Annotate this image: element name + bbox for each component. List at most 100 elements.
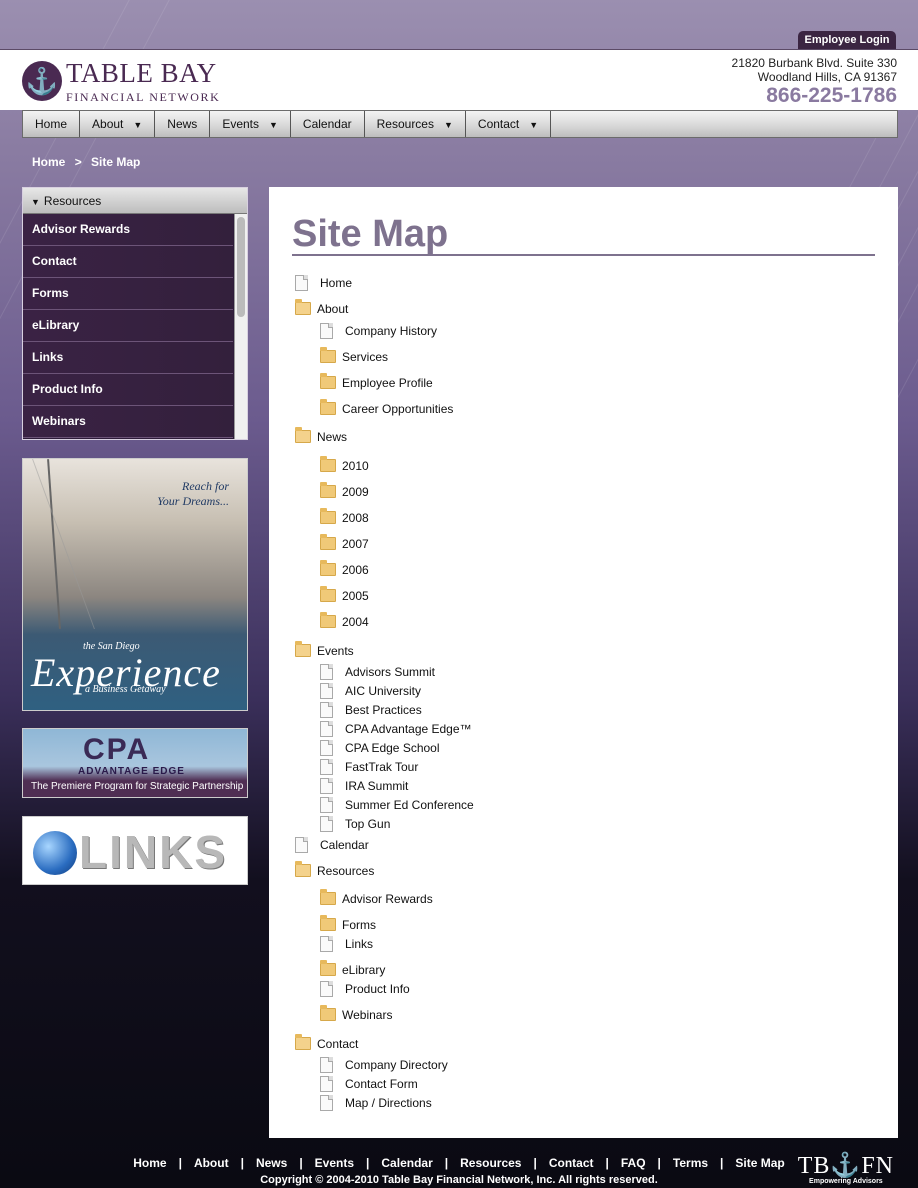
phone-number: 866-225-1786 [766,84,897,107]
promo-tagline-1: Reach for [182,479,229,493]
breadcrumb-home[interactable]: Home [32,155,65,169]
footer-link-events[interactable]: Events [315,1156,354,1170]
sidebar-header[interactable]: ▼ Resources [23,188,247,214]
folder-open-icon [295,1034,311,1050]
sitemap-link-employee-profile[interactable]: Employee Profile [342,376,433,390]
promo-experience-banner[interactable]: Reach for Your Dreams... the San Diego E… [22,458,248,711]
sitemap-link-career-opportunities[interactable]: Career Opportunities [342,402,453,416]
sitemap-link-map-directions[interactable]: Map / Directions [345,1096,432,1110]
sitemap-link-best-practices[interactable]: Best Practices [345,703,422,717]
caret-down-icon: ▼ [443,120,453,130]
footer-link-faq[interactable]: FAQ [621,1156,646,1170]
sitemap-link-contact[interactable]: Contact [317,1037,358,1051]
sitemap-link-forms[interactable]: Forms [342,918,376,932]
nav-item-resources[interactable]: Resources ▼ [365,111,466,137]
sitemap-link-cpa-advantage-edge[interactable]: CPA Advantage Edge™ [345,722,472,736]
footer-separator: | [657,1156,661,1170]
folder-icon [320,915,336,931]
footer-separator: | [720,1156,724,1170]
sitemap-link-ira-summit[interactable]: IRA Summit [345,779,408,793]
sidebar-item-forms[interactable]: Forms [23,278,233,310]
promo-links-banner[interactable]: LINKS [22,816,248,885]
sitemap-link-events[interactable]: Events [317,644,354,658]
employee-login-button[interactable]: Employee Login [798,31,896,50]
sitemap-link-resources[interactable]: Resources [317,864,374,878]
sitemap-link-services[interactable]: Services [342,350,388,364]
sitemap-link-2007[interactable]: 2007 [342,537,369,551]
sitemap-link-2008[interactable]: 2008 [342,511,369,525]
sidebar-item-advisor-rewards[interactable]: Advisor Rewards [23,214,233,246]
document-icon [320,797,333,813]
sidebar-item-elibrary[interactable]: eLibrary [23,310,233,342]
sitemap-link-webinars[interactable]: Webinars [342,1008,392,1022]
nav-item-about[interactable]: About ▼ [80,111,156,137]
folder-icon [320,373,336,389]
document-icon [320,1095,333,1111]
nav-item-news[interactable]: News [155,111,211,137]
nav-item-calendar[interactable]: Calendar [291,111,365,137]
site-header: ⚓ TABLE BAY FINANCIAL NETWORK 21820 Burb… [0,49,918,110]
footer-separator: | [444,1156,449,1170]
nav-item-events[interactable]: Events ▼ [210,111,291,137]
sitemap-link-contact-form[interactable]: Contact Form [345,1077,418,1091]
sitemap-link-2009[interactable]: 2009 [342,485,369,499]
sitemap-link-advisors-summit[interactable]: Advisors Summit [345,665,435,679]
document-icon [320,1076,333,1092]
document-icon [320,1057,333,1073]
sidebar-item-links[interactable]: Links [23,342,233,374]
sitemap-link-top-gun[interactable]: Top Gun [345,817,390,831]
scrollbar-thumb[interactable] [237,217,245,317]
sitemap-link-product-info[interactable]: Product Info [345,982,410,996]
nav-item-home[interactable]: Home [23,111,81,137]
footer-link-terms[interactable]: Terms [673,1156,708,1170]
site-logo[interactable]: ⚓ TABLE BAY FINANCIAL NETWORK [22,58,222,104]
folder-open-icon [295,427,311,443]
breadcrumb-separator: > [74,155,82,169]
nav-item-label: News [167,117,198,131]
main-nav: Home About ▼ News Events ▼ Calendar Resources ▼ C… [22,110,898,138]
sitemap-link-cpa-edge-school[interactable]: CPA Edge School [345,741,440,755]
sitemap-link-2005[interactable]: 2005 [342,589,369,603]
sitemap-link-elibrary[interactable]: eLibrary [342,963,385,977]
sidebar-item-product-info[interactable]: Product Info [23,374,233,406]
sitemap-link-fasttrak-tour[interactable]: FastTrak Tour [345,760,418,774]
sitemap-link-about[interactable]: About [317,302,348,316]
sitemap-link-calendar[interactable]: Calendar [320,838,369,852]
sitemap-link-home[interactable]: Home [320,276,352,290]
footer-separator: | [178,1156,182,1170]
folder-icon [320,482,336,498]
sitemap-link-2004[interactable]: 2004 [342,615,369,629]
footer-link-news[interactable]: News [256,1156,287,1170]
cpa-banner-text: The Premiere Program for Strategic Partn… [31,781,244,792]
footer-link-calendar[interactable]: Calendar [381,1156,432,1170]
address: 21820 Burbank Blvd. Suite 330 Woodland H… [732,56,897,84]
sitemap-link-company-directory[interactable]: Company Directory [345,1058,448,1072]
globe-icon [33,831,77,875]
sitemap-link-advisor-rewards[interactable]: Advisor Rewards [342,892,433,906]
sitemap-link-links[interactable]: Links [345,937,373,951]
document-icon [320,323,333,339]
document-icon [320,816,333,832]
footer-link-home[interactable]: Home [133,1156,166,1170]
sitemap-link-aic-university[interactable]: AIC University [345,684,421,698]
folder-icon [320,534,336,550]
document-icon [295,837,308,853]
sidebar-item-webinars[interactable]: Webinars [23,406,233,438]
sidebar-scrollbar[interactable] [234,214,247,439]
sitemap-link-2010[interactable]: 2010 [342,459,369,473]
sitemap-link-company-history[interactable]: Company History [345,324,437,338]
promo-cpa-banner[interactable]: CPA ADVANTAGE EDGE The Premiere Program … [22,728,248,798]
nav-item-contact[interactable]: Contact ▼ [466,111,552,137]
sidebar-item-contact[interactable]: Contact [23,246,233,278]
footer-link-site-map[interactable]: Site Map [735,1156,784,1170]
sitemap-link-summer-ed-conference[interactable]: Summer Ed Conference [345,798,474,812]
nav-item-label: Contact [477,117,520,131]
footer-link-contact[interactable]: Contact [549,1156,594,1170]
sitemap-link-news[interactable]: News [317,430,347,444]
footer-link-about[interactable]: About [194,1156,229,1170]
folder-icon [320,347,336,363]
footer-logo[interactable]: TB⚓FN Empowering Advisors [798,1154,894,1185]
sitemap-link-2006[interactable]: 2006 [342,563,369,577]
footer-link-resources[interactable]: Resources [460,1156,521,1170]
copyright: Copyright © 2004-2010 Table Bay Financia… [260,1174,658,1186]
